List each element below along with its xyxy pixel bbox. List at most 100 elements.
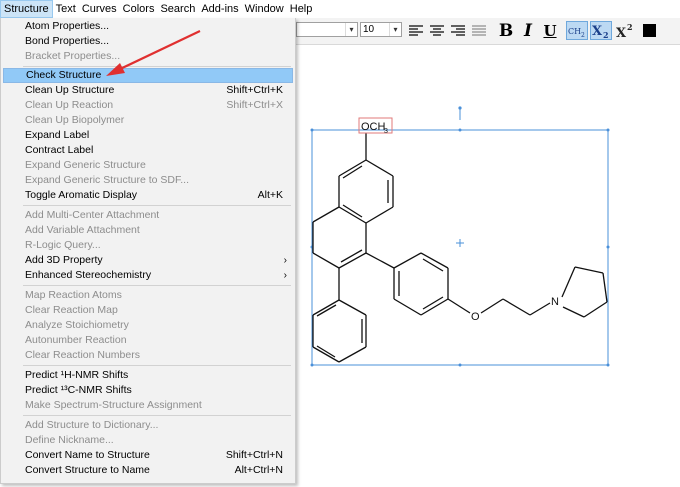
chevron-down-icon[interactable]: ▾ <box>389 23 401 36</box>
oxygen-label: O <box>471 311 480 323</box>
och3-subscript: 3 <box>384 128 388 135</box>
align-right-button[interactable] <box>449 21 467 40</box>
menu-item-add-3d-property[interactable]: Add 3D Property › <box>3 253 293 268</box>
align-left-button[interactable] <box>407 21 425 40</box>
menu-item-label: Clean Up Structure <box>25 84 115 96</box>
menu-item-label: Bond Properties... <box>25 35 110 47</box>
menu-item-predict-1h-nmr[interactable]: Predict ¹H-NMR Shifts <box>3 368 293 383</box>
menu-item-label: Clear Reaction Numbers <box>25 349 140 361</box>
color-icon <box>642 24 656 37</box>
menu-item-shortcut: Alt+K <box>257 189 283 201</box>
align-center-button[interactable] <box>428 21 446 40</box>
font-size-value: 10 <box>363 24 375 35</box>
menu-item-shortcut: Shift+Ctrl+K <box>226 84 283 96</box>
svg-text:X: X <box>616 26 627 39</box>
superscript-button[interactable]: X 2 <box>614 21 636 40</box>
menu-item-map-reaction-atoms[interactable]: Map Reaction Atoms <box>3 288 293 303</box>
menu-item-enhanced-stereochemistry[interactable]: Enhanced Stereochemistry › <box>3 268 293 283</box>
menu-add-ins[interactable]: Add-ins <box>198 0 241 18</box>
menu-item-r-logic-query[interactable]: R-Logic Query... <box>3 238 293 253</box>
menu-window[interactable]: Window <box>242 0 287 18</box>
svg-text:2: 2 <box>627 23 633 32</box>
formula-button[interactable]: CH 2 <box>566 21 588 40</box>
menu-item-clean-up-biopolymer[interactable]: Clean Up Biopolymer <box>3 113 293 128</box>
menu-help[interactable]: Help <box>287 0 316 18</box>
menu-item-label: Add Multi-Center Attachment <box>25 209 160 221</box>
menu-item-label: Add 3D Property <box>25 254 103 266</box>
menu-item-analyze-stoichiometry[interactable]: Analyze Stoichiometry <box>3 318 293 333</box>
justify-button[interactable] <box>470 21 488 40</box>
underline-button[interactable]: U <box>542 21 558 40</box>
menu-item-clean-up-structure[interactable]: Clean Up Structure Shift+Ctrl+K <box>3 83 293 98</box>
subscript-button[interactable]: X 2 <box>590 21 612 40</box>
justify-icon <box>472 24 486 36</box>
chevron-right-icon: › <box>283 270 287 281</box>
underline-label: U <box>543 21 557 40</box>
menu-item-label: R-Logic Query... <box>25 239 101 251</box>
menu-item-make-spectrum-assignment[interactable]: Make Spectrum-Structure Assignment <box>3 398 293 413</box>
chevron-down-icon[interactable]: ▾ <box>345 23 357 36</box>
menu-item-expand-label[interactable]: Expand Label <box>3 128 293 143</box>
menu-curves[interactable]: Curves <box>79 0 120 18</box>
menu-item-label: Convert Name to Structure <box>25 449 150 461</box>
menu-item-add-to-dictionary[interactable]: Add Structure to Dictionary... <box>3 418 293 433</box>
menu-item-bond-properties[interactable]: Bond Properties... <box>3 34 293 49</box>
font-size-select[interactable]: 10 ▾ <box>360 22 402 37</box>
menu-search[interactable]: Search <box>157 0 198 18</box>
menu-item-atom-properties[interactable]: Atom Properties... <box>3 19 293 34</box>
menu-separator <box>23 66 291 67</box>
menu-item-clear-reaction-map[interactable]: Clear Reaction Map <box>3 303 293 318</box>
menu-separator <box>23 205 291 206</box>
menu-item-label: Toggle Aromatic Display <box>25 189 138 201</box>
menu-item-label: Define Nickname... <box>25 434 114 446</box>
structure-menu: Atom Properties... Bond Properties... Br… <box>0 18 296 484</box>
menu-item-label: Predict ¹³C-NMR Shifts <box>25 384 132 396</box>
bold-button[interactable]: B <box>498 21 514 41</box>
svg-text:CH: CH <box>568 27 581 36</box>
menu-item-add-variable-attachment[interactable]: Add Variable Attachment <box>3 223 293 238</box>
menu-item-label: Map Reaction Atoms <box>25 289 122 301</box>
menu-item-clear-reaction-numbers[interactable]: Clear Reaction Numbers <box>3 348 293 363</box>
menu-item-shortcut: Alt+Ctrl+N <box>234 464 283 476</box>
menu-item-contract-label[interactable]: Contract Label <box>3 143 293 158</box>
menu-item-convert-structure-to-name[interactable]: Convert Structure to Name Alt+Ctrl+N <box>3 463 293 478</box>
menu-item-check-structure[interactable]: Check Structure <box>3 68 293 83</box>
menu-item-label: Predict ¹H-NMR Shifts <box>25 369 129 381</box>
menu-structure[interactable]: Structure <box>0 0 53 18</box>
menu-colors[interactable]: Colors <box>120 0 158 18</box>
superscript-icon: X 2 <box>616 23 633 39</box>
menu-item-define-nickname[interactable]: Define Nickname... <box>3 433 293 448</box>
menu-item-label: Add Structure to Dictionary... <box>25 419 159 431</box>
menu-item-label: Analyze Stoichiometry <box>25 319 129 331</box>
menu-item-label: Check Structure <box>26 69 102 81</box>
text-toolbar: ▾ 10 ▾ B I U CH 2 X 2 X 2 <box>296 18 680 45</box>
menu-item-label: Enhanced Stereochemistry <box>25 269 152 281</box>
color-button[interactable] <box>640 21 658 40</box>
menu-item-clean-up-reaction[interactable]: Clean Up Reaction Shift+Ctrl+X <box>3 98 293 113</box>
menu-item-toggle-aromatic-display[interactable]: Toggle Aromatic Display Alt+K <box>3 188 293 203</box>
menu-item-label: Bracket Properties... <box>25 50 121 62</box>
menu-separator <box>23 285 291 286</box>
menu-item-expand-generic-to-sdf[interactable]: Expand Generic Structure to SDF... <box>3 173 293 188</box>
svg-text:X: X <box>592 24 603 39</box>
menu-separator <box>23 365 291 366</box>
menu-item-label: Autonumber Reaction <box>25 334 127 346</box>
align-right-icon <box>451 24 465 36</box>
menu-item-label: Expand Generic Structure <box>25 159 146 171</box>
menu-text[interactable]: Text <box>53 0 79 18</box>
align-center-icon <box>430 24 444 36</box>
selection-box <box>311 108 609 366</box>
menu-item-expand-generic-structure[interactable]: Expand Generic Structure <box>3 158 293 173</box>
molecule-bonds <box>312 133 608 363</box>
menu-item-add-multi-center-attachment[interactable]: Add Multi-Center Attachment <box>3 208 293 223</box>
italic-button[interactable]: I <box>520 21 536 41</box>
menu-item-convert-name-to-structure[interactable]: Convert Name to Structure Shift+Ctrl+N <box>3 448 293 463</box>
nitrogen-label: N <box>551 296 559 308</box>
menu-item-predict-13c-nmr[interactable]: Predict ¹³C-NMR Shifts <box>3 383 293 398</box>
document-canvas[interactable]: OCH 3 O N <box>296 45 680 484</box>
structure-drawing[interactable]: OCH 3 O N <box>296 45 680 484</box>
font-family-select[interactable]: ▾ <box>296 22 358 37</box>
menu-item-autonumber-reaction[interactable]: Autonumber Reaction <box>3 333 293 348</box>
menu-item-bracket-properties[interactable]: Bracket Properties... <box>3 49 293 64</box>
menu-item-shortcut: Shift+Ctrl+X <box>226 99 283 111</box>
